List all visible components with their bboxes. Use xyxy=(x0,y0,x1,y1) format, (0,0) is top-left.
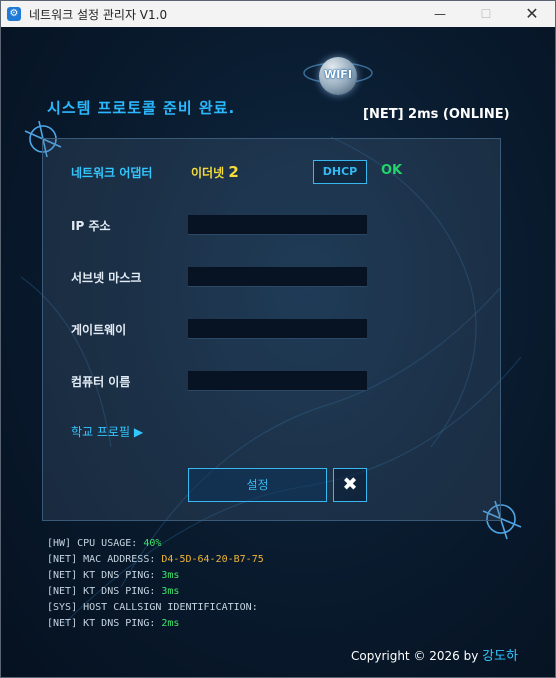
copyright: Copyright © 2026 by 강도하 xyxy=(351,645,518,664)
log-line: [HW] CPU USAGE: 40% xyxy=(47,536,264,552)
wifi-badge: WIFI xyxy=(324,68,352,81)
subnet-mask-input[interactable] xyxy=(188,267,367,287)
close-window-button[interactable]: ✕ xyxy=(509,1,555,27)
app-window: ⚙ 네트워크 설정 관리자 V1.0 — ☐ ✕ WIFI 시스템 프로토콜 준… xyxy=(0,0,556,678)
adapter-value-text: 이더넷 xyxy=(191,166,225,180)
log-value: 40% xyxy=(143,538,162,549)
log-value: 2ms xyxy=(161,618,180,629)
log-line: [SYS] HOST CALLSIGN IDENTIFICATION: xyxy=(47,600,264,616)
log-prefix: [NET] MAC ADDRESS: xyxy=(47,554,162,565)
log-prefix: [SYS] HOST CALLSIGN IDENTIFICATION: xyxy=(47,602,258,613)
log-line: [NET] KT DNS PING: 3ms xyxy=(47,584,264,600)
ip-label: IP 주소 xyxy=(71,219,111,233)
wifi-globe-icon: WIFI xyxy=(319,57,357,95)
dhcp-button[interactable]: DHCP xyxy=(313,160,367,184)
set-button[interactable]: 설정 xyxy=(188,468,327,502)
log-line: [NET] KT DNS PING: 2ms xyxy=(47,616,264,632)
log-prefix: [HW] CPU USAGE: xyxy=(47,538,144,549)
gear-icon: ⚙ xyxy=(7,7,21,21)
adapter-select[interactable]: 이더넷 2 xyxy=(191,163,239,181)
minimize-button[interactable]: — xyxy=(417,1,463,27)
log-prefix: [NET] KT DNS PING: xyxy=(47,570,162,581)
title-bar[interactable]: ⚙ 네트워크 설정 관리자 V1.0 — ☐ ✕ xyxy=(1,1,555,28)
school-profile-link[interactable]: 학교 프로필 ▶ xyxy=(71,423,143,440)
computer-name-input[interactable] xyxy=(188,371,367,391)
gateway-input[interactable] xyxy=(188,319,367,339)
close-button[interactable]: ✖ xyxy=(333,468,367,502)
computer-name-label: 컴퓨터 이름 xyxy=(71,375,131,389)
ok-status: OK xyxy=(381,163,403,178)
settings-panel: 네트워크 어댑터 이더넷 2 DHCP OK IP 주소 서브넷 마스크 게이트… xyxy=(42,138,501,521)
copyright-text: Copyright © 2026 by xyxy=(351,649,479,663)
log-line: [NET] KT DNS PING: 3ms xyxy=(47,568,264,584)
log-value: 3ms xyxy=(161,570,180,581)
maximize-button[interactable]: ☐ xyxy=(463,1,509,27)
net-status: [NET] 2ms (ONLINE) xyxy=(363,107,510,122)
ip-address-input[interactable] xyxy=(188,215,367,235)
adapter-value-number: 2 xyxy=(228,163,239,181)
author-name: 강도하 xyxy=(482,649,519,664)
gateway-label: 게이트웨이 xyxy=(71,323,127,337)
window-title: 네트워크 설정 관리자 V1.0 xyxy=(29,8,168,22)
subnet-label: 서브넷 마스크 xyxy=(71,271,142,285)
log-line: [NET] MAC ADDRESS: D4-5D-64-20-B7-75 xyxy=(47,552,264,568)
log-output: [HW] CPU USAGE: 40% [NET] MAC ADDRESS: D… xyxy=(47,536,264,632)
log-value: 3ms xyxy=(161,586,180,597)
status-message: 시스템 프로토콜 준비 완료. xyxy=(47,99,236,117)
adapter-label: 네트워크 어댑터 xyxy=(71,166,153,180)
log-prefix: [NET] KT DNS PING: xyxy=(47,618,162,629)
log-prefix: [NET] KT DNS PING: xyxy=(47,586,162,597)
log-value: D4-5D-64-20-B7-75 xyxy=(161,554,264,565)
